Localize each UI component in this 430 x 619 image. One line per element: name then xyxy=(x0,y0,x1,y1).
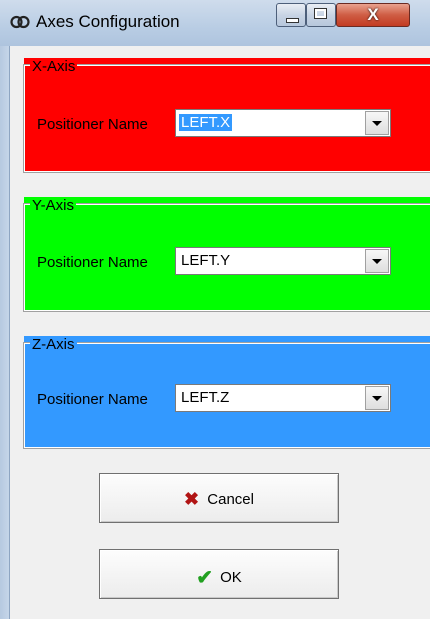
window-title: Axes Configuration xyxy=(36,12,180,31)
chevron-down-icon[interactable] xyxy=(365,111,389,135)
y-axis-group: Y-Axis Positioner Name LEFT.Y xyxy=(23,197,430,312)
maximize-button[interactable] xyxy=(306,3,336,27)
y-axis-legend: Y-Axis xyxy=(30,197,76,214)
z-positioner-value: LEFT.Z xyxy=(181,389,230,406)
y-positioner-value: LEFT.Y xyxy=(181,252,231,269)
z-axis-group: Z-Axis Positioner Name LEFT.Z xyxy=(23,336,430,449)
cross-icon: ✖ xyxy=(184,489,200,509)
x-axis-legend: X-Axis xyxy=(30,58,78,75)
axes-configuration-window: Axes Configuration X X-Axis Positioner N… xyxy=(0,0,430,619)
chevron-down-icon[interactable] xyxy=(365,249,389,273)
x-positioner-label: Positioner Name xyxy=(37,116,148,133)
cancel-button[interactable]: ✖ Cancel xyxy=(99,473,339,523)
z-positioner-label: Positioner Name xyxy=(37,391,148,408)
link-icon xyxy=(10,15,30,29)
y-positioner-label: Positioner Name xyxy=(37,254,148,271)
x-positioner-value: LEFT.X xyxy=(179,114,233,131)
window-border xyxy=(0,46,10,619)
title-bar[interactable]: Axes Configuration X xyxy=(0,0,430,46)
close-button[interactable]: X xyxy=(336,3,410,27)
minimize-button[interactable] xyxy=(276,3,306,27)
ok-button[interactable]: ✔ OK xyxy=(99,549,339,599)
checkmark-icon: ✔ xyxy=(196,567,213,589)
close-icon: X xyxy=(367,5,379,24)
z-positioner-select[interactable]: LEFT.Z xyxy=(175,384,391,412)
x-axis-group: X-Axis Positioner Name LEFT.X xyxy=(23,58,430,173)
y-positioner-select[interactable]: LEFT.Y xyxy=(175,247,391,275)
chevron-down-icon[interactable] xyxy=(365,386,389,410)
ok-button-label: OK xyxy=(220,569,242,586)
cancel-button-label: Cancel xyxy=(207,491,254,508)
x-positioner-select[interactable]: LEFT.X xyxy=(175,109,391,137)
z-axis-legend: Z-Axis xyxy=(30,336,77,353)
